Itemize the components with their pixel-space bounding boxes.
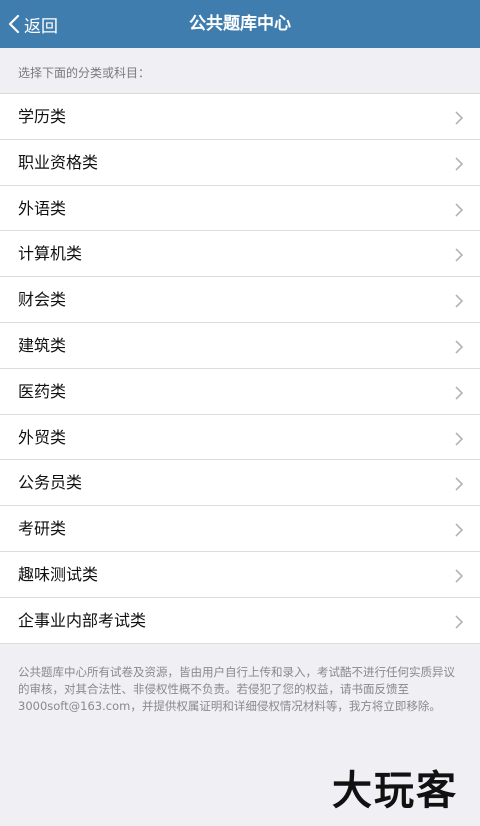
chevron-right-icon bbox=[455, 157, 464, 171]
category-label: 企事业内部考试类 bbox=[18, 610, 147, 630]
category-item-xueli[interactable]: 学历类 bbox=[0, 94, 480, 140]
category-item-gongwuyuan[interactable]: 公务员类 bbox=[0, 460, 480, 507]
category-label: 财会类 bbox=[18, 290, 67, 310]
category-label: 计算机类 bbox=[18, 244, 83, 264]
category-label: 医药类 bbox=[18, 381, 67, 401]
category-item-qishiye[interactable]: 企事业内部考试类 bbox=[0, 598, 480, 644]
category-label: 外贸类 bbox=[18, 427, 67, 447]
page-title: 公共题库中心 bbox=[189, 14, 291, 34]
navigation-bar: 返回 公共题库中心 bbox=[0, 0, 480, 48]
category-list: 学历类 职业资格类 外语类 计算机类 财会类 建筑类 医药类 外贸类 公务员类 … bbox=[0, 93, 480, 644]
category-item-quwei[interactable]: 趣味测试类 bbox=[0, 552, 480, 598]
chevron-right-icon bbox=[455, 294, 464, 308]
chevron-right-icon bbox=[455, 432, 464, 446]
category-item-yiyao[interactable]: 医药类 bbox=[0, 369, 480, 415]
chevron-right-icon bbox=[455, 386, 464, 400]
chevron-right-icon bbox=[455, 615, 464, 629]
chevron-right-icon bbox=[455, 523, 464, 537]
section-hint: 选择下面的分类或科目： bbox=[18, 66, 151, 80]
chevron-right-icon bbox=[455, 111, 464, 125]
chevron-right-icon bbox=[455, 340, 464, 354]
category-label: 学历类 bbox=[18, 107, 67, 126]
category-label: 建筑类 bbox=[18, 335, 67, 355]
chevron-right-icon bbox=[455, 248, 464, 262]
chevron-right-icon bbox=[455, 203, 464, 217]
category-item-kaoyan[interactable]: 考研类 bbox=[0, 506, 480, 552]
category-item-jisuanji[interactable]: 计算机类 bbox=[0, 231, 480, 278]
watermark-logo: 大玩客 bbox=[332, 768, 458, 814]
category-item-jianzhu[interactable]: 建筑类 bbox=[0, 323, 480, 369]
category-item-zhiye[interactable]: 职业资格类 bbox=[0, 140, 480, 186]
chevron-right-icon bbox=[455, 569, 464, 583]
category-label: 外语类 bbox=[18, 198, 67, 218]
disclaimer-text: 公共题库中心所有试卷及资源，皆由用户自行上传和录入，考试酷不进行任何实质异议的审… bbox=[18, 665, 455, 713]
category-item-caikuai[interactable]: 财会类 bbox=[0, 277, 480, 323]
category-label: 职业资格类 bbox=[18, 152, 99, 172]
category-label: 考研类 bbox=[18, 519, 67, 539]
category-label: 趣味测试类 bbox=[18, 564, 99, 584]
category-item-waiyu[interactable]: 外语类 bbox=[0, 186, 480, 232]
category-item-waimao[interactable]: 外贸类 bbox=[0, 415, 480, 461]
category-label: 公务员类 bbox=[18, 473, 83, 493]
chevron-right-icon bbox=[455, 477, 464, 491]
